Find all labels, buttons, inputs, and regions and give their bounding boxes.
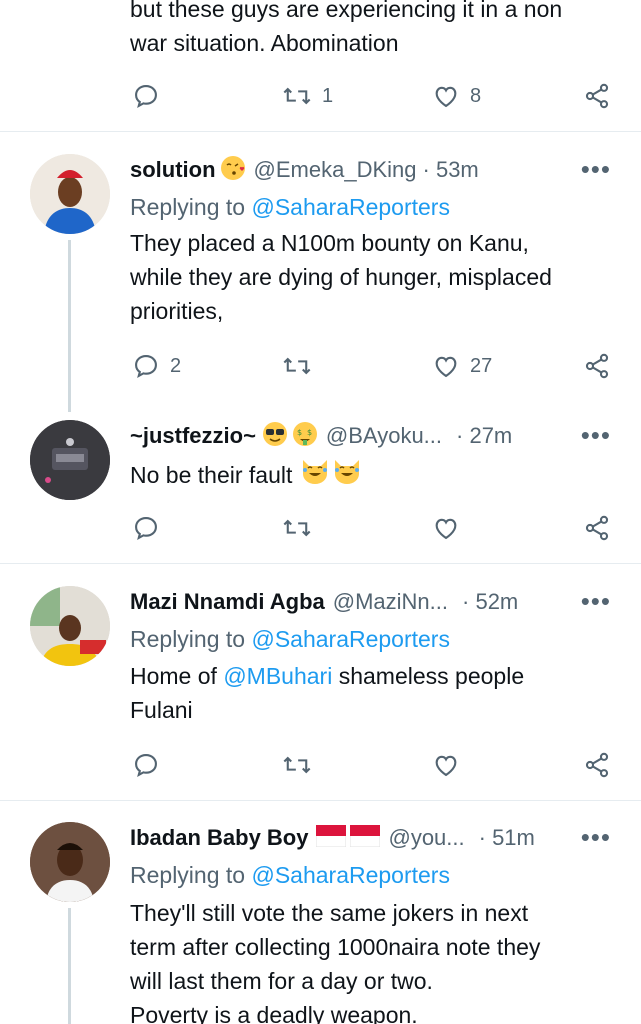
timestamp[interactable]: · 53m (423, 157, 479, 183)
reply-count: 2 (170, 354, 182, 377)
like-count: 8 (470, 84, 482, 107)
retweet-button[interactable] (282, 751, 312, 779)
tweet-text: They'll still vote the same jokers in ne… (130, 900, 541, 1024)
retweet-icon (283, 357, 311, 375)
mention-link[interactable]: @MBuhari (223, 663, 332, 689)
tweet-text: They placed a N100m bounty on Kanu, whil… (130, 230, 552, 324)
tweet-header: solution @Emeka_DKing · 53m (130, 154, 479, 186)
share-icon (585, 353, 609, 379)
display-name[interactable]: Ibadan Baby Boy (130, 825, 308, 851)
kiss-emoji-icon (220, 155, 246, 186)
retweet-count: 1 (322, 84, 334, 107)
like-icon (435, 518, 457, 540)
retweet-icon (283, 87, 311, 105)
share-icon (585, 515, 609, 541)
reply-button[interactable] (132, 751, 160, 779)
avatar[interactable] (30, 586, 110, 666)
divider (0, 563, 641, 564)
timestamp[interactable]: · 27m (456, 423, 512, 449)
reply-icon (135, 754, 157, 778)
mention-link[interactable]: @SaharaReporters (251, 626, 450, 652)
avatar[interactable] (30, 822, 110, 902)
mention-link[interactable]: @SaharaReporters (251, 194, 450, 220)
money-face-emoji-icon: $ $ (292, 421, 318, 452)
retweet-button[interactable] (282, 514, 312, 542)
share-button[interactable] (583, 82, 611, 110)
timestamp[interactable]: · 51m (479, 825, 535, 851)
retweet-button[interactable]: 1 (282, 82, 333, 110)
more-icon[interactable]: ••• (581, 154, 611, 185)
like-button[interactable] (432, 514, 460, 542)
mention-link[interactable]: @SaharaReporters (251, 862, 450, 888)
divider (0, 131, 641, 132)
thread-line (68, 908, 71, 1024)
share-icon (585, 752, 609, 778)
retweet-button[interactable] (282, 352, 312, 380)
like-button[interactable]: 8 (432, 82, 481, 110)
tweet-text: but these guys are experiencing it in a … (130, 0, 562, 60)
like-button[interactable] (432, 751, 460, 779)
replying-to: Replying to @SaharaReporters (130, 194, 450, 220)
reply-icon (135, 355, 157, 379)
svg-text:$: $ (297, 428, 302, 437)
share-button[interactable] (583, 352, 611, 380)
tweet-line: war situation. Abomination (130, 30, 399, 56)
like-button[interactable]: 27 (432, 352, 492, 380)
tweet-header: Ibadan Baby Boy @you... · 51m (130, 822, 535, 854)
flag-icon (349, 824, 381, 852)
retweet-icon (283, 519, 311, 537)
timestamp[interactable]: · 52m (462, 589, 518, 615)
reply-button[interactable] (132, 82, 160, 110)
more-icon[interactable]: ••• (581, 420, 611, 451)
like-icon (435, 356, 457, 378)
like-icon (435, 755, 457, 777)
like-count: 27 (470, 354, 493, 377)
share-icon (585, 83, 609, 109)
avatar[interactable] (30, 154, 110, 234)
user-handle[interactable]: @BAyoku... (326, 423, 442, 449)
user-handle[interactable]: @Emeka_DKing (254, 157, 417, 183)
retweet-icon (283, 756, 311, 774)
display-name[interactable]: solution (130, 157, 216, 183)
display-name[interactable]: ~justfezzio~ (130, 423, 256, 449)
tweet-text: Home of @MBuhari shameless people Fulani (130, 663, 525, 723)
reply-button[interactable] (132, 514, 160, 542)
reply-icon (135, 517, 157, 541)
sunglasses-emoji-icon (262, 421, 288, 452)
replying-to: Replying to @SaharaReporters (130, 862, 450, 888)
like-icon (435, 86, 457, 108)
user-handle[interactable]: @you... (388, 825, 464, 851)
flag-icon (315, 824, 347, 852)
more-icon[interactable]: ••• (581, 586, 611, 617)
tweet-line: but these guys are experiencing it in a … (130, 0, 563, 22)
divider (0, 800, 641, 801)
share-button[interactable] (583, 514, 611, 542)
thread-line (68, 240, 71, 412)
reply-button[interactable]: 2 (132, 352, 181, 380)
replying-to: Replying to @SaharaReporters (130, 626, 450, 652)
tweet-header: ~justfezzio~ $ $ @BAyoku... · 27m (130, 420, 512, 452)
svg-text:$: $ (307, 428, 312, 437)
reply-icon (135, 85, 157, 109)
tweet-header: Mazi Nnamdi Agba @MaziNn... · 52m (130, 586, 518, 618)
tweet-text: No be their fault (130, 456, 362, 493)
avatar[interactable] (30, 420, 110, 500)
laughing-cat-emoji-icon (332, 456, 362, 493)
share-button[interactable] (583, 751, 611, 779)
more-icon[interactable]: ••• (581, 822, 611, 853)
laughing-cat-emoji-icon (300, 456, 330, 493)
display-name[interactable]: Mazi Nnamdi Agba (130, 589, 325, 615)
user-handle[interactable]: @MaziNn... (333, 589, 448, 615)
